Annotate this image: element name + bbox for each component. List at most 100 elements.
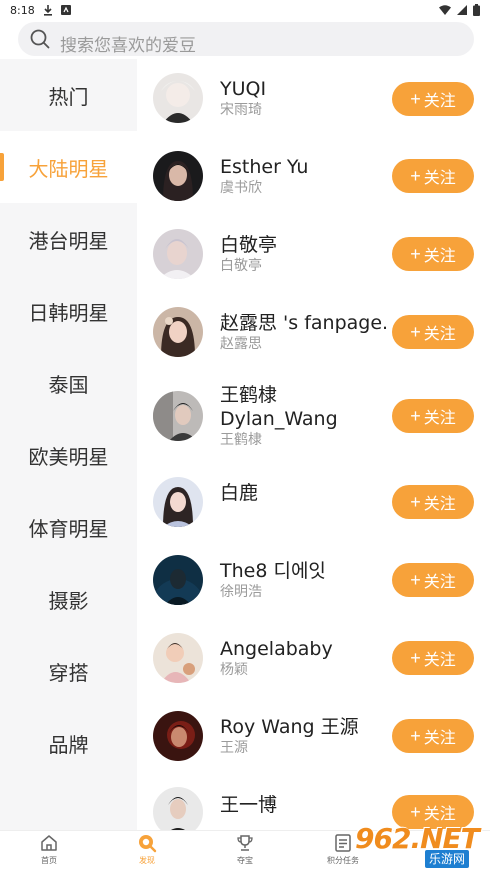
search-input[interactable] [60,22,440,56]
follow-label: 关注 [423,170,456,187]
active-indicator [0,153,4,181]
sidebar-item-hk-taiwan-stars[interactable]: 港台明星 [0,203,137,275]
idol-name: YUQI [220,78,267,100]
sidebar-item-label: 品牌 [48,732,89,757]
plus-icon: + [410,166,421,186]
category-sidebar: 热门 大陆明星 港台明星 日韩明星 泰国 欧美明星 体育明星 摄影 穿搭 品牌 [0,59,137,830]
list-item[interactable]: Esther Yu 虞书欣 + 关注 [137,137,490,215]
idol-list: YUQI 宋雨琦 + 关注 Esther Yu 虞书欣 + 关注 白敬亭 白敬亭… [137,59,490,837]
app-notification-icon [60,5,71,15]
sidebar-item-label: 泰国 [48,372,89,397]
follow-label: 关注 [423,652,456,669]
follow-label: 关注 [423,730,456,747]
idol-name-secondary: Dylan_Wang [220,408,338,430]
sidebar-item-mainland-stars[interactable]: 大陆明星 [0,131,137,203]
status-time: 8:18 [10,3,35,17]
search-bar[interactable] [18,22,474,56]
plus-icon: + [410,406,421,426]
trophy-icon [237,835,253,851]
plus-icon: + [410,492,421,512]
idol-name: 白敬亭 [220,234,278,256]
sidebar-item-outfits[interactable]: 穿搭 [0,635,137,707]
screen: 8:18 热门 [0,0,490,871]
plus-icon: + [410,726,421,746]
nav-home[interactable]: 首页 [0,833,98,871]
idol-subname: 虞书欣 [220,180,262,196]
list-item[interactable]: 王鹤棣 Dylan_Wang 王鹤棣 + 关注 [137,371,490,463]
follow-button[interactable]: + 关注 [392,399,474,433]
sidebar-item-brands[interactable]: 品牌 [0,707,137,779]
wifi-icon [439,5,451,15]
idol-name: Roy Wang 王源 [220,716,359,738]
follow-label: 关注 [423,806,456,823]
nav-label: 首页 [41,856,57,865]
idol-subname: 杨颖 [220,662,248,678]
idol-name: The8 디에잇 [220,560,326,582]
tasks-icon [335,834,351,852]
follow-label: 关注 [423,248,456,265]
nav-label: 发现 [139,856,155,865]
follow-button[interactable]: + 关注 [392,485,474,519]
plus-icon: + [410,802,421,822]
avatar [153,555,203,605]
battery-icon [473,4,480,16]
avatar [153,477,203,527]
follow-label: 关注 [423,574,456,591]
idol-name: 赵露思 's fanpage. [220,312,389,334]
idol-subname: 王源 [220,740,248,756]
list-item[interactable]: 白鹿 + 关注 [137,463,490,541]
idol-name: 王一博 [220,794,278,816]
sidebar-item-label: 欧美明星 [28,444,109,469]
download-icon [43,4,53,16]
idol-subname: 白敬亭 [220,258,262,274]
idol-subname: 徐明浩 [220,584,262,600]
list-item[interactable]: 白敬亭 白敬亭 + 关注 [137,215,490,293]
sidebar-item-hot[interactable]: 热门 [0,59,137,131]
follow-button[interactable]: + 关注 [392,237,474,271]
follow-button[interactable]: + 关注 [392,719,474,753]
follow-button[interactable]: + 关注 [392,315,474,349]
sidebar-item-jp-kr-stars[interactable]: 日韩明星 [0,275,137,347]
list-item[interactable]: Angelababy 杨颖 + 关注 [137,619,490,697]
idol-name: Angelababy [220,638,333,660]
idol-subname: 王鹤棣 [220,432,262,448]
sidebar-item-sports-stars[interactable]: 体育明星 [0,491,137,563]
follow-label: 关注 [423,496,456,513]
follow-label: 关注 [423,93,456,110]
follow-button[interactable]: + 关注 [392,82,474,116]
list-item[interactable]: 赵露思 's fanpage. 赵露思 + 关注 [137,293,490,371]
sidebar-item-label: 港台明星 [28,228,109,253]
status-bar: 8:18 [0,0,490,20]
plus-icon: + [410,648,421,668]
sidebar-item-label: 热门 [48,84,89,109]
sidebar-item-photography[interactable]: 摄影 [0,563,137,635]
nav-discover[interactable]: 发现 [98,833,196,871]
watermark-subtext: 乐游网 [425,850,470,868]
avatar [153,307,203,357]
sidebar-item-western-stars[interactable]: 欧美明星 [0,419,137,491]
list-item[interactable]: YUQI 宋雨琦 + 关注 [137,59,490,137]
signal-icon [457,5,467,15]
idol-subname: 宋雨琦 [220,102,262,118]
avatar [153,73,203,123]
idol-name: 王鹤棣 [220,384,278,406]
idol-name: 白鹿 [220,482,259,504]
follow-button[interactable]: + 关注 [392,563,474,597]
sidebar-item-label: 穿搭 [48,660,89,685]
idol-name: Esther Yu [220,156,309,178]
sidebar-item-label: 大陆明星 [28,156,109,181]
avatar [153,391,203,441]
nav-treasure[interactable]: 夺宝 [196,833,294,871]
list-item[interactable]: Roy Wang 王源 王源 + 关注 [137,697,490,775]
sidebar-item-thailand[interactable]: 泰国 [0,347,137,419]
follow-button[interactable]: + 关注 [392,159,474,193]
plus-icon: + [410,244,421,264]
follow-label: 关注 [423,326,456,343]
sidebar-item-label: 摄影 [48,588,89,613]
home-icon [41,835,57,851]
list-item[interactable]: The8 디에잇 徐明浩 + 关注 [137,541,490,619]
follow-button[interactable]: + 关注 [392,641,474,675]
avatar [153,711,203,761]
nav-label: 夺宝 [237,856,253,865]
idol-subname: 赵露思 [220,336,262,352]
